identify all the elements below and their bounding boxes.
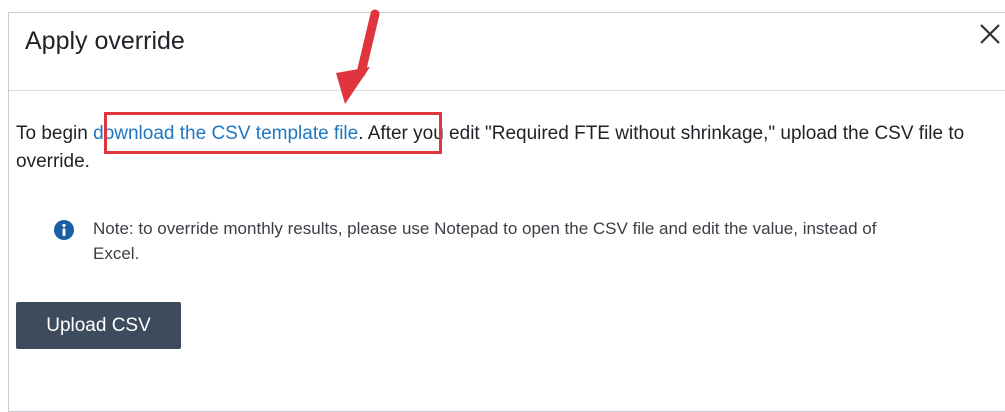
apply-override-dialog: Apply override xyxy=(8,12,1005,412)
note-text: Note: to override monthly results, pleas… xyxy=(93,219,877,263)
close-icon[interactable] xyxy=(977,21,1003,47)
dialog-title: Apply override xyxy=(25,27,185,55)
download-csv-template-link[interactable]: download the CSV template file xyxy=(93,123,358,144)
instructions-prefix: To begin xyxy=(16,123,94,144)
upload-csv-button[interactable]: Upload CSV xyxy=(16,302,181,349)
note-message: Note: to override monthly results, pleas… xyxy=(54,216,914,266)
dialog-header: Apply override xyxy=(9,13,1005,91)
instructions-text: To begin download the CSV template file.… xyxy=(16,120,1001,176)
info-icon xyxy=(54,220,74,240)
